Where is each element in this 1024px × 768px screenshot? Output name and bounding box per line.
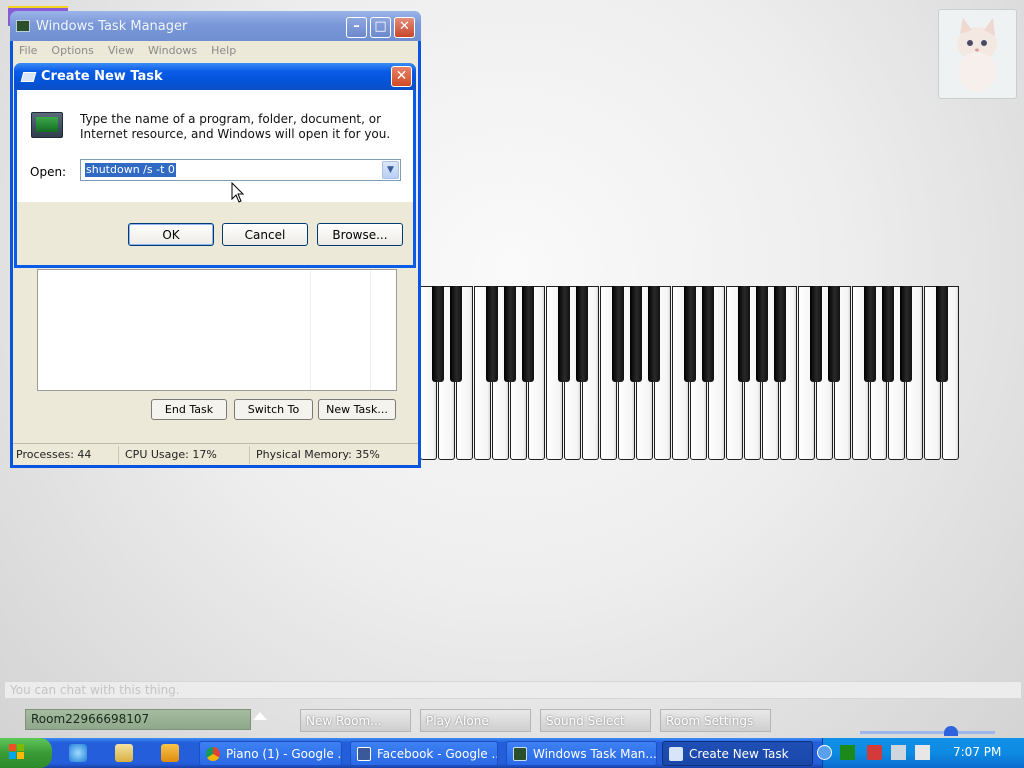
applications-list[interactable]: [37, 269, 397, 391]
chevron-down-icon[interactable]: ▼: [382, 161, 399, 179]
menu-view[interactable]: View: [108, 44, 134, 57]
taskbar-item-label: Facebook - Google ...: [377, 746, 498, 761]
new-task-button[interactable]: New Task...: [318, 399, 396, 420]
column-divider: [370, 270, 371, 390]
processes-count: Processes: 44: [13, 445, 119, 464]
open-label: Open:: [30, 165, 67, 179]
new-room-button[interactable]: New Room...: [300, 709, 411, 732]
piano-black-key[interactable]: [558, 286, 570, 382]
piano-black-key[interactable]: [612, 286, 624, 382]
taskbar-item-task-manager[interactable]: Windows Task Man...: [506, 741, 657, 766]
task-manager-menubar: File Options View Windows Help: [13, 41, 418, 60]
piano-black-key[interactable]: [774, 286, 786, 382]
task-manager-icon: [513, 746, 527, 761]
task-manager-titlebar[interactable]: Windows Task Manager – □ ✕: [10, 11, 421, 41]
volume-muted-icon[interactable]: [915, 745, 930, 760]
menu-file[interactable]: File: [19, 44, 37, 57]
piano-black-key[interactable]: [936, 286, 948, 382]
taskbar-item-create-task[interactable]: Create New Task: [662, 741, 813, 766]
piano-black-key[interactable]: [864, 286, 876, 382]
taskbar-item-piano[interactable]: Piano (1) - Google ...: [199, 741, 342, 766]
piano-black-key[interactable]: [756, 286, 768, 382]
piano-black-key[interactable]: [684, 286, 696, 382]
security-alert-icon[interactable]: [867, 745, 882, 760]
chrome-icon: [206, 746, 220, 761]
task-manager-tray-icon[interactable]: [840, 745, 855, 760]
browse-button[interactable]: Browse...: [317, 223, 403, 246]
piano-black-key[interactable]: [486, 286, 498, 382]
open-input-value[interactable]: shutdown /s -t 0: [85, 163, 176, 177]
room-settings-button[interactable]: Room Settings: [660, 709, 771, 732]
taskbar-item-label: Create New Task: [689, 746, 789, 761]
piano-black-key[interactable]: [504, 286, 516, 382]
dialog-close-icon[interactable]: ✕: [391, 66, 412, 87]
taskbar-item-label: Piano (1) - Google ...: [226, 746, 342, 761]
piano-black-key[interactable]: [702, 286, 714, 382]
piano-black-key[interactable]: [522, 286, 534, 382]
piano-black-key[interactable]: [648, 286, 660, 382]
open-combobox[interactable]: shutdown /s -t 0 ▼: [80, 159, 401, 181]
cpu-usage: CPU Usage: 17%: [119, 445, 250, 464]
volume-slider-track[interactable]: [860, 731, 995, 734]
create-new-task-dialog: Create New Task ✕ Type the name of a pro…: [14, 63, 416, 268]
facebook-icon: [357, 746, 371, 761]
task-manager-title: Windows Task Manager: [36, 18, 188, 34]
room-dropdown-arrow-icon[interactable]: [253, 712, 267, 720]
piano-black-key[interactable]: [432, 286, 444, 382]
dialog-body: Type the name of a program, folder, docu…: [17, 90, 413, 202]
piano-black-key[interactable]: [882, 286, 894, 382]
show-hidden-icons-chevron-icon[interactable]: [817, 745, 832, 760]
internet-explorer-icon[interactable]: [69, 744, 87, 762]
clock: 7:07 PM: [953, 745, 1002, 759]
kitten-avatar: [938, 9, 1017, 99]
end-task-button[interactable]: End Task: [151, 399, 227, 420]
cancel-button[interactable]: Cancel: [222, 223, 308, 246]
dialog-titlebar[interactable]: Create New Task ✕: [14, 63, 416, 90]
start-button[interactable]: [0, 738, 52, 768]
folder-icon[interactable]: [115, 744, 133, 762]
network-icon[interactable]: [891, 745, 906, 760]
windows-logo-icon: [9, 744, 25, 760]
menu-help[interactable]: Help: [211, 44, 236, 57]
piano-black-key[interactable]: [450, 286, 462, 382]
piano-black-key[interactable]: [900, 286, 912, 382]
ok-button[interactable]: OK: [128, 223, 214, 246]
piano-keyboard[interactable]: [420, 286, 968, 461]
task-manager-icon: [16, 20, 30, 32]
piano-black-key[interactable]: [738, 286, 750, 382]
menu-windows[interactable]: Windows: [148, 44, 197, 57]
column-divider: [310, 270, 311, 390]
taskbar: Piano (1) - Google ... Facebook - Google…: [0, 738, 1024, 768]
menu-options[interactable]: Options: [51, 44, 93, 57]
chat-placeholder: You can chat with this thing.: [10, 683, 180, 697]
minimize-icon[interactable]: –: [346, 17, 367, 38]
sound-select-button[interactable]: Sound Select: [540, 709, 651, 732]
taskbar-item-facebook[interactable]: Facebook - Google ...: [350, 741, 498, 766]
mouse-cursor-icon: [231, 182, 245, 203]
media-player-icon[interactable]: [161, 744, 179, 762]
piano-black-key[interactable]: [630, 286, 642, 382]
room-name-field[interactable]: Room22966698107: [25, 709, 251, 730]
system-tray: 7:07 PM: [817, 738, 1024, 768]
task-manager-statusbar: Processes: 44 CPU Usage: 17% Physical Me…: [13, 443, 418, 465]
run-program-icon: [31, 112, 63, 138]
chat-input[interactable]: You can chat with this thing.: [4, 681, 1022, 699]
close-icon[interactable]: ✕: [394, 17, 415, 38]
maximize-icon[interactable]: □: [370, 17, 391, 38]
play-alone-button[interactable]: Play Alone: [420, 709, 531, 732]
switch-to-button[interactable]: Switch To: [234, 399, 313, 420]
create-task-icon: [20, 71, 37, 82]
piano-black-key[interactable]: [810, 286, 822, 382]
volume-slider-knob[interactable]: [944, 726, 958, 736]
piano-black-key[interactable]: [828, 286, 840, 382]
piano-black-key[interactable]: [576, 286, 588, 382]
taskbar-item-label: Windows Task Man...: [533, 746, 657, 761]
create-task-icon: [669, 746, 683, 761]
dialog-title: Create New Task: [41, 69, 163, 84]
dialog-message: Type the name of a program, folder, docu…: [80, 112, 391, 141]
physical-memory: Physical Memory: 35%: [256, 447, 380, 461]
